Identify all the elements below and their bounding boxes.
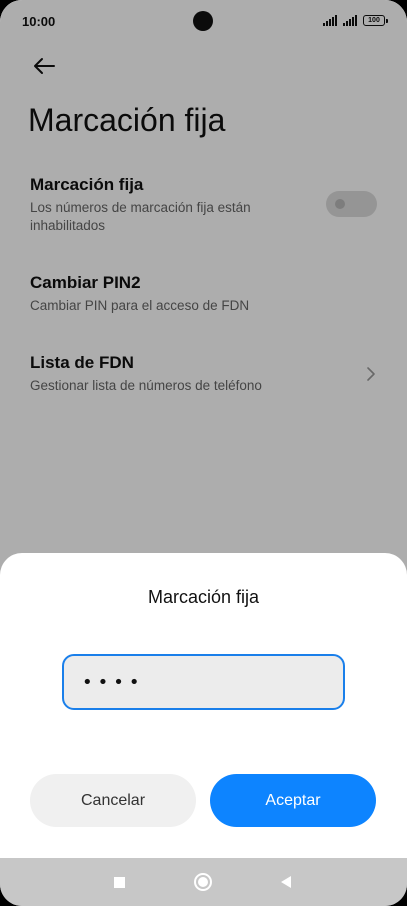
nav-back-icon[interactable] [280,875,292,889]
navigation-bar [0,858,407,906]
cancel-button[interactable]: Cancelar [30,774,196,827]
home-icon[interactable] [194,873,212,891]
accept-button[interactable]: Aceptar [210,774,376,827]
pin2-input[interactable]: •••• [62,654,345,710]
pin-dialog: Marcación fija •••• Cancelar Aceptar [0,553,407,858]
recents-icon[interactable] [114,877,125,888]
dialog-title: Marcación fija [147,587,260,607]
phone-screen: 10:00 100 Marcación fija Marcación fija … [0,0,407,906]
